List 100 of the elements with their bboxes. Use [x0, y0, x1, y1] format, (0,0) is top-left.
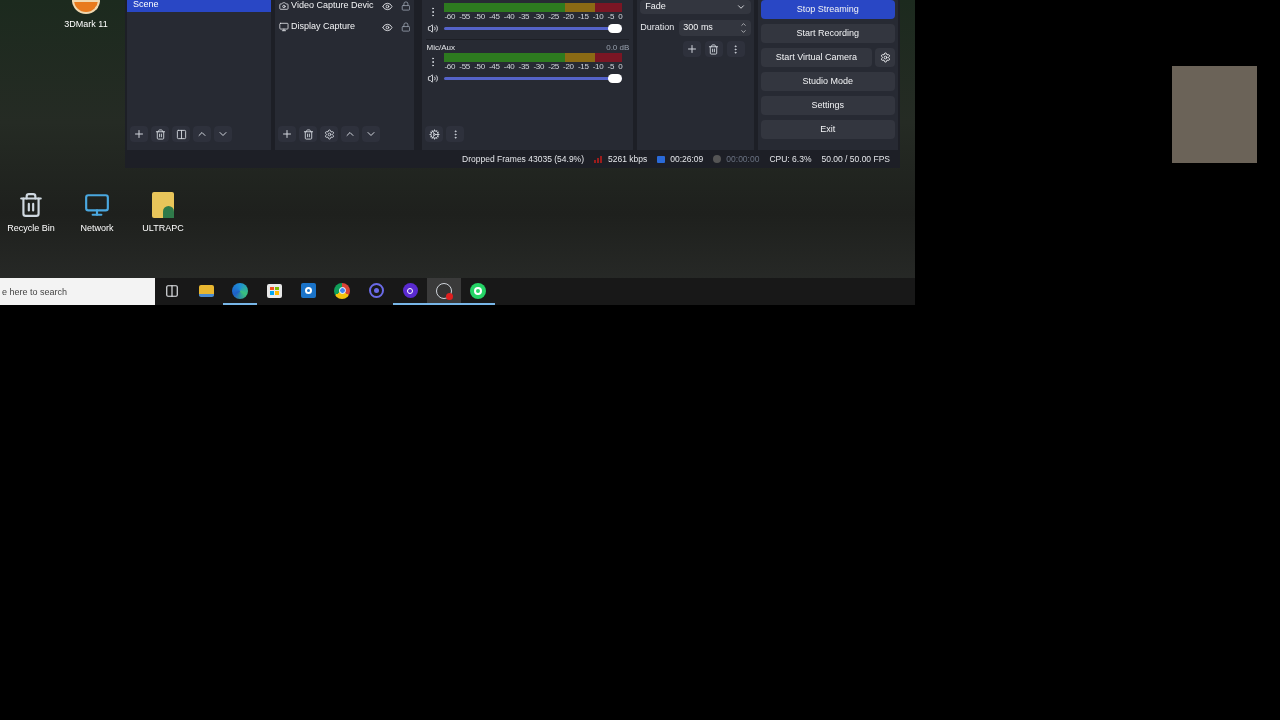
volume-slider-track[interactable]	[444, 27, 623, 30]
control-button[interactable]: Stop Streaming	[760, 0, 895, 19]
meter-scale-label: -25	[548, 62, 559, 71]
channel-name: Mic/Aux	[426, 42, 455, 53]
plus-icon	[133, 128, 145, 140]
meter-scale-label: 0	[618, 12, 623, 21]
desktop-icon-label[interactable]: Network	[80, 222, 114, 236]
camera-icon	[279, 1, 290, 11]
visibility-icon[interactable]	[381, 21, 393, 33]
add-button[interactable]	[130, 126, 148, 142]
bitrate-text: 5261 kbps	[608, 152, 648, 166]
visibility-icon[interactable]	[381, 0, 393, 12]
meter-scale-label: 0	[618, 62, 623, 71]
filter-button[interactable]	[172, 126, 190, 142]
taskbar-app[interactable]	[427, 278, 461, 305]
meter-scale-label: -10	[592, 12, 604, 21]
meter-scale-label: -45	[488, 62, 500, 71]
meter-scale-label: -20	[563, 62, 574, 71]
meter-scale-label: -45	[488, 12, 500, 21]
desktop-icon-label[interactable]: 3DMark 11	[64, 18, 108, 32]
spin-down-icon	[739, 28, 747, 35]
more-button[interactable]	[446, 126, 465, 142]
meter-scale-label: -60	[444, 12, 456, 21]
gears-icon	[428, 128, 440, 140]
source-item[interactable]: Display Capture	[291, 20, 380, 34]
meter-scale-label: -35	[518, 12, 530, 21]
control-button[interactable]: Start Recording	[760, 24, 895, 43]
lock-icon[interactable]	[400, 22, 411, 32]
move-down-button[interactable]	[214, 126, 232, 142]
signal-bars-icon	[594, 155, 603, 163]
meter-scale-label: -55	[459, 12, 470, 21]
scene-item[interactable]: Scene	[127, 0, 272, 12]
ring-app-icon	[402, 283, 418, 298]
meter-scale-label: -55	[459, 62, 470, 71]
add-button[interactable]	[682, 41, 701, 57]
meter-scale-label: -60	[444, 62, 456, 71]
control-button[interactable]: Studio Mode	[760, 72, 895, 91]
status-text: 50.00 / 50.00 FPS	[821, 152, 890, 166]
control-button[interactable]: Start Virtual Camera	[760, 48, 872, 67]
streaming-icon	[657, 155, 666, 163]
meter-scale-label: -40	[503, 12, 515, 21]
spin-up-icon	[739, 21, 747, 28]
stream-time: 00:26:09	[670, 152, 704, 166]
move-down-button[interactable]	[362, 126, 381, 142]
lock-icon[interactable]	[400, 1, 411, 11]
meter-scale-label: -10	[592, 62, 604, 71]
folder-icon	[198, 284, 214, 297]
trash-icon	[708, 43, 720, 55]
gear-icon	[323, 128, 335, 140]
user-folder-icon	[152, 192, 174, 218]
speaker-icon[interactable]	[426, 73, 441, 84]
plus-icon	[281, 128, 294, 140]
record-app-icon	[436, 282, 452, 299]
speaker-icon[interactable]	[426, 23, 441, 34]
duration-label: Duration	[640, 21, 675, 35]
desktop-icon-label[interactable]: ULTRAPC	[142, 222, 184, 236]
status-text: Dropped Frames 43035 (54.9%)	[462, 152, 584, 166]
meter-scale-label: -30	[533, 12, 545, 21]
transition-dropdown[interactable]: Fade	[640, 0, 751, 14]
duration-field[interactable]: 300 ms	[679, 20, 751, 36]
trash-icon	[302, 128, 314, 140]
volume-slider-thumb[interactable]	[608, 24, 623, 33]
move-up-button[interactable]	[193, 126, 211, 142]
meter-scale-label: -50	[474, 62, 485, 71]
delete-button[interactable]	[299, 126, 318, 142]
control-button[interactable]: Settings	[760, 96, 895, 115]
network-monitor-icon	[84, 192, 110, 218]
monitor-icon	[279, 22, 290, 32]
volume-slider-track[interactable]	[444, 77, 623, 80]
meter-scale-label: -15	[577, 62, 589, 71]
gear-icon	[879, 52, 891, 63]
caret-icon	[735, 2, 746, 12]
desktop-icon-label[interactable]: Recycle Bin	[7, 222, 55, 236]
add-button[interactable]	[278, 126, 297, 142]
status-text: CPU: 6.3%	[769, 152, 812, 166]
columns-icon	[175, 128, 187, 140]
meter-scale-label: -30	[533, 62, 545, 71]
volume-slider-thumb[interactable]	[608, 74, 623, 83]
meter-scale-label: -5	[607, 12, 615, 21]
delete-button[interactable]	[151, 126, 169, 142]
settings-button[interactable]	[875, 48, 895, 67]
delete-button[interactable]	[704, 41, 723, 57]
control-button[interactable]: Exit	[760, 120, 895, 139]
meter-scale-label: -35	[518, 62, 530, 71]
search-field[interactable]: e here to search	[0, 278, 155, 305]
more-button[interactable]	[726, 41, 745, 57]
meter-scale-label: -25	[548, 12, 559, 21]
recycle-bin-icon	[18, 192, 44, 218]
record-time: 00:00:00	[726, 152, 760, 166]
source-item[interactable]: Video Capture Devic	[291, 0, 380, 13]
move-up-button[interactable]	[341, 126, 360, 142]
settings-button[interactable]	[320, 126, 339, 142]
meter-scale-label: -15	[577, 12, 589, 21]
advanced-settings-button[interactable]	[425, 126, 444, 142]
plus-icon	[685, 43, 698, 55]
task-view-icon	[165, 283, 179, 298]
meter-scale-label: -5	[607, 62, 615, 71]
meter-scale-label: -40	[503, 62, 515, 71]
channel-reading: 0.0 dB	[606, 42, 630, 53]
meter-scale-label: -20	[563, 12, 574, 21]
